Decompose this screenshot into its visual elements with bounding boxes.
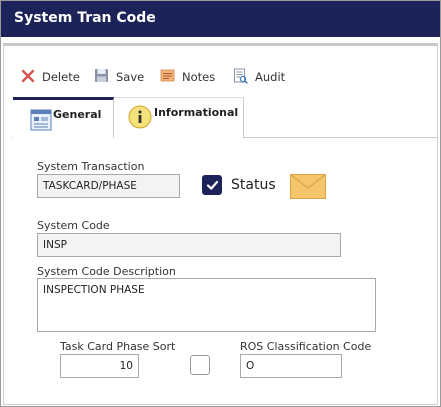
title-bar: System Tran Code xyxy=(1,1,440,37)
notes-icon xyxy=(160,68,175,86)
system-tran-code-window: System Tran Code Delete Save Notes Audit… xyxy=(0,0,441,407)
save-button-label: Save xyxy=(116,70,145,84)
system-code-description-field[interactable]: INSPECTION PHASE xyxy=(37,278,376,332)
tab-general-label: General xyxy=(53,108,102,121)
system-transaction-field[interactable]: TASKCARD/PHASE xyxy=(37,174,180,198)
envelope-icon[interactable] xyxy=(290,174,326,202)
checkmark-icon xyxy=(206,179,219,195)
notes-button[interactable]: Notes xyxy=(160,68,215,86)
tab-general[interactable]: General xyxy=(13,97,114,138)
status-label: Status xyxy=(231,177,276,193)
delete-button[interactable]: Delete xyxy=(21,68,80,86)
ros-classification-code-field[interactable]: O xyxy=(240,354,342,378)
delete-button-label: Delete xyxy=(42,70,80,84)
system-code-description-label: System Code Description xyxy=(37,265,176,278)
audit-button[interactable]: Audit xyxy=(233,68,285,86)
tab-informational[interactable]: Informational xyxy=(114,97,244,138)
task-card-phase-sort-label: Task Card Phase Sort xyxy=(60,340,176,353)
audit-button-label: Audit xyxy=(255,70,286,84)
sort-checkbox[interactable] xyxy=(190,355,210,375)
status-checkbox[interactable] xyxy=(202,175,222,195)
system-code-field[interactable]: INSP xyxy=(37,233,341,257)
tab-informational-label: Informational xyxy=(154,106,239,119)
save-floppy-icon xyxy=(94,68,109,86)
save-button[interactable]: Save xyxy=(94,68,144,86)
ros-classification-code-label: ROS Classification Code xyxy=(240,340,372,353)
info-icon xyxy=(128,105,152,132)
system-transaction-label: System Transaction xyxy=(37,160,145,173)
window-title: System Tran Code xyxy=(14,10,156,26)
task-card-phase-sort-field[interactable]: 10 xyxy=(60,354,139,378)
general-form-icon xyxy=(30,109,52,134)
content-panel: Delete Save Notes Audit General Informat… xyxy=(3,43,438,405)
notes-button-label: Notes xyxy=(182,70,216,84)
audit-icon xyxy=(233,68,248,87)
delete-x-icon xyxy=(21,69,35,86)
system-code-label: System Code xyxy=(37,219,110,232)
